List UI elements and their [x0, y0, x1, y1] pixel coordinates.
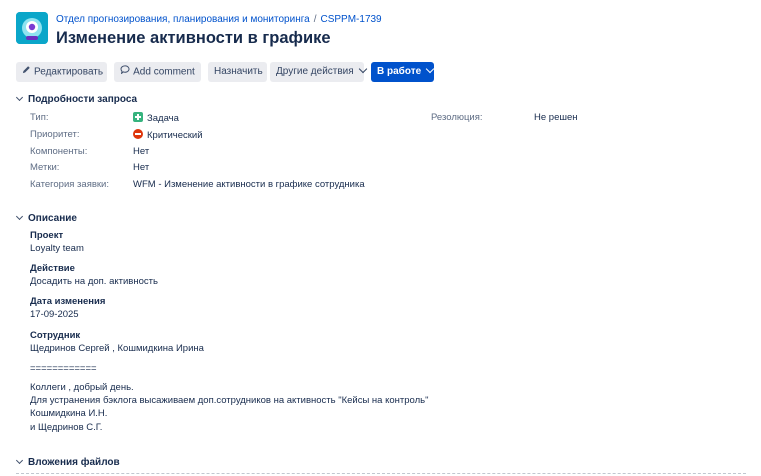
- breadcrumb-issue-key[interactable]: CSPPM-1739: [320, 14, 381, 25]
- details-section-toggle[interactable]: Подробности запроса: [15, 93, 138, 105]
- category-value: WFM - Изменение активности в графике сот…: [133, 179, 365, 190]
- description-employee-value: Щедринов Сергей , Кошмидкина Ирина: [30, 343, 204, 354]
- assign-button[interactable]: Назначить: [208, 62, 267, 82]
- description-separator-line: ============: [30, 363, 97, 374]
- priority-label: Приоритет:: [30, 129, 80, 140]
- pencil-icon: [22, 62, 31, 82]
- resolution-label: Резолюция:: [431, 112, 483, 123]
- type-value: Задача: [133, 112, 179, 124]
- priority-value-text: Критический: [147, 130, 203, 141]
- components-label: Компоненты:: [30, 146, 88, 157]
- chevron-down-icon: [15, 93, 24, 102]
- project-avatar-icon[interactable]: [16, 12, 48, 44]
- description-project-value: Loyalty team: [30, 243, 84, 254]
- chevron-down-icon: [15, 456, 24, 465]
- type-label: Тип:: [30, 112, 49, 123]
- more-actions-label: Другие действия: [276, 66, 354, 77]
- description-section-title: Описание: [28, 213, 77, 224]
- status-button[interactable]: В работе: [371, 62, 435, 82]
- breadcrumb: Отдел прогнозирования, планирования и мо…: [56, 14, 382, 25]
- page-title: Изменение активности в графике: [56, 29, 331, 47]
- attachments-section-title: Вложения файлов: [28, 457, 120, 468]
- labels-label: Метки:: [30, 162, 60, 173]
- description-message-line: и Щедринов С.Г.: [30, 422, 103, 433]
- description-project-heading: Проект: [30, 230, 64, 241]
- task-plus-icon: [133, 112, 143, 122]
- attachments-section-toggle[interactable]: Вложения файлов: [15, 456, 120, 468]
- description-action-value: Досадить на доп. активность: [30, 276, 158, 287]
- breadcrumb-separator: /: [313, 14, 317, 25]
- breadcrumb-project-link[interactable]: Отдел прогнозирования, планирования и мо…: [56, 14, 310, 25]
- comment-bubble-icon: [120, 62, 130, 82]
- description-date-value: 17-09-2025: [30, 309, 79, 320]
- more-actions-button[interactable]: Другие действия: [270, 62, 367, 82]
- description-message-line: Для устранения бэклога высаживаем доп.со…: [30, 395, 429, 406]
- components-value: Нет: [133, 146, 150, 157]
- type-value-text: Задача: [147, 113, 179, 124]
- edit-button-label: Редактировать: [34, 66, 104, 78]
- details-section-title: Подробности запроса: [28, 94, 138, 105]
- resolution-value: Не решен: [534, 112, 578, 123]
- critical-priority-icon: [133, 129, 143, 139]
- chevron-down-icon: [425, 64, 435, 74]
- priority-value: Критический: [133, 129, 203, 141]
- description-message-line: Кошмидкина И.Н.: [30, 408, 108, 419]
- description-employee-heading: Сотрудник: [30, 330, 81, 341]
- category-label: Категория заявки:: [30, 179, 109, 190]
- add-comment-button[interactable]: Add comment: [114, 62, 201, 82]
- edit-button[interactable]: Редактировать: [16, 62, 107, 82]
- chevron-down-icon: [15, 212, 24, 221]
- description-action-heading: Действие: [30, 263, 75, 274]
- description-date-heading: Дата изменения: [30, 296, 106, 307]
- description-message-line: Коллеги , добрый день.: [30, 382, 134, 393]
- labels-value: Нет: [133, 162, 150, 173]
- chevron-down-icon: [358, 64, 367, 74]
- add-comment-button-label: Add comment: [133, 66, 195, 78]
- issue-header: Отдел прогнозирования, планирования и мо…: [16, 12, 746, 52]
- status-button-label: В работе: [377, 66, 422, 77]
- description-section-toggle[interactable]: Описание: [15, 212, 77, 224]
- attachments-dropzone-border: [16, 473, 746, 474]
